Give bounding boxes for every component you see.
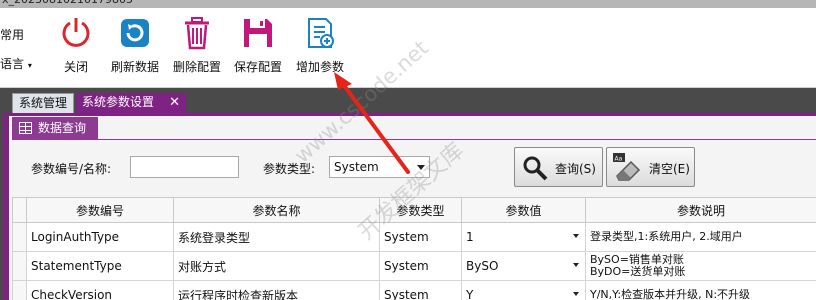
column-header-value[interactable]: 参数值 [461, 197, 586, 223]
quick-item-language[interactable]: 语言 ▾ [0, 55, 32, 72]
add-param-button[interactable]: 增加参数 [294, 14, 346, 80]
cell-value: Y [466, 288, 474, 300]
cell-desc-line: ByDO=送货单对账 [590, 265, 686, 278]
save-config-button[interactable]: 保存配置 [232, 14, 284, 80]
cell-code[interactable]: LoginAuthType [26, 222, 174, 252]
cell-value-dropdown[interactable]: BySO [461, 251, 586, 281]
param-type-label: 参数类型: [263, 162, 316, 176]
cell-desc-line: Y/N,Y:检查版本并升级, N:不升级 [590, 288, 751, 300]
search-icon [523, 156, 548, 181]
cell-value: BySO [466, 259, 499, 273]
cell-name[interactable]: 系统登录类型 [173, 222, 380, 252]
cell-desc[interactable]: 登录类型,1:系统用户, 2.域用户 [585, 222, 816, 252]
cell-type[interactable]: System [379, 222, 462, 252]
cell-code[interactable]: StatementType [26, 251, 174, 281]
trash-icon [185, 17, 209, 50]
param-type-value: System [334, 160, 379, 174]
cell-value: 1 [466, 230, 474, 244]
cell-value-dropdown[interactable]: Y [461, 280, 586, 300]
power-icon [62, 18, 90, 47]
cell-code[interactable]: CheckVersion [26, 280, 174, 300]
close-button-label: 关闭 [63, 60, 88, 74]
quick-item-language-label: 语言 [0, 57, 25, 71]
chevron-down-icon [573, 234, 579, 238]
param-code-input[interactable] [130, 156, 239, 178]
grid-header-row: 参数编号 参数名称 参数类型 参数值 参数说明 [12, 197, 816, 223]
row-header-corner [12, 197, 27, 223]
search-button-label: 查询(S) [555, 162, 596, 176]
window-title: x_20230810210179805 [2, 0, 133, 6]
query-group-divider [12, 139, 816, 140]
clear-button[interactable]: Aa 清空(E) [606, 147, 695, 187]
clear-button-label: 清空(E) [649, 162, 690, 176]
cell-type[interactable]: System [379, 280, 462, 300]
cell-name[interactable]: 运行程序时检查新版本 [173, 280, 380, 300]
delete-config-button[interactable]: 删除配置 [171, 14, 223, 80]
tab-system-param-settings-label: 系统参数设置 [82, 95, 155, 109]
column-header-desc[interactable]: 参数说明 [585, 197, 816, 223]
delete-config-button-label: 删除配置 [172, 60, 221, 74]
save-config-button-label: 保存配置 [233, 60, 282, 74]
tab-system-management[interactable]: 系统管理 [12, 93, 74, 113]
cell-type[interactable]: System [379, 251, 462, 281]
svg-text:Aa: Aa [615, 156, 623, 163]
save-icon [244, 19, 272, 47]
quick-item-common-label: 常用 [0, 28, 25, 42]
cell-value-dropdown[interactable]: 1 [461, 222, 586, 252]
query-group-title: 数据查询 [38, 121, 87, 135]
quick-item-common[interactable]: 常用 [0, 26, 24, 43]
cell-desc-line: 登录类型,1:系统用户, 2.域用户 [590, 230, 743, 243]
chevron-down-icon [417, 165, 425, 170]
close-button[interactable]: 关闭 [58, 14, 94, 80]
add-doc-icon [308, 18, 334, 48]
refresh-button[interactable]: 刷新数据 [109, 14, 161, 80]
add-param-button-label: 增加参数 [295, 60, 344, 74]
refresh-icon [121, 19, 149, 47]
row-header[interactable] [12, 251, 27, 281]
param-grid: 参数编号 参数名称 参数类型 参数值 参数说明 LoginAuthType 系统… [12, 197, 816, 300]
table-row[interactable]: StatementType 对账方式 System BySO BySO=销售单对… [12, 251, 816, 281]
cell-desc[interactable]: Y/N,Y:检查版本并升级, N:不升级 [585, 280, 816, 300]
column-header-type[interactable]: 参数类型 [379, 197, 462, 223]
tab-system-management-label: 系统管理 [19, 96, 68, 110]
param-type-select[interactable]: System [329, 156, 430, 178]
chevron-down-icon [573, 263, 579, 267]
refresh-button-label: 刷新数据 [110, 60, 159, 74]
param-code-label: 参数编号/名称: [31, 162, 112, 176]
ribbon-toolbar: 常用 语言 ▾ 关闭 刷新数据 删除配置 保存配置 增加参数 [0, 8, 816, 88]
title-bar: x_20230810210179805 [0, 0, 816, 8]
tab-system-param-settings[interactable]: 系统参数设置 ✕ [76, 93, 186, 113]
row-header[interactable] [12, 280, 27, 300]
table-row[interactable]: CheckVersion 运行程序时检查新版本 System Y Y/N,Y:检… [12, 280, 816, 300]
close-icon[interactable]: ✕ [169, 93, 180, 112]
grid-icon [19, 122, 32, 134]
query-group-header: 数据查询 [12, 117, 98, 139]
table-row[interactable]: LoginAuthType 系统登录类型 System 1 登录类型,1:系统用… [12, 222, 816, 252]
row-header[interactable] [12, 222, 27, 252]
cell-name[interactable]: 对账方式 [173, 251, 380, 281]
cell-desc[interactable]: BySO=销售单对账 ByDO=送货单对账 [585, 251, 816, 281]
eraser-icon: Aa [613, 153, 641, 181]
chevron-down-icon: ▾ [27, 61, 32, 70]
column-header-code[interactable]: 参数编号 [26, 197, 174, 223]
column-header-name[interactable]: 参数名称 [173, 197, 380, 223]
chevron-down-icon [573, 292, 579, 296]
search-button[interactable]: 查询(S) [514, 147, 603, 187]
